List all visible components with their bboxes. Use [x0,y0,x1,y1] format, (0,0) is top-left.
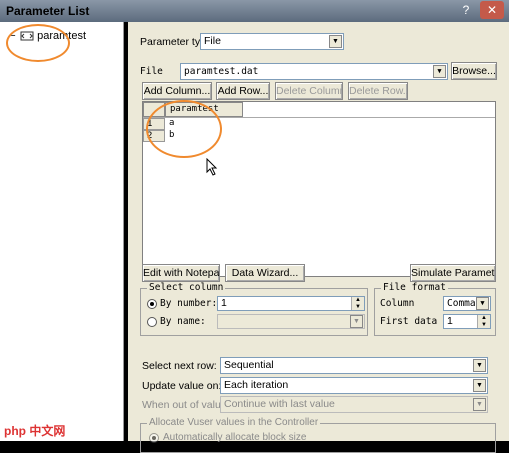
window-title: Parameter List [6,4,90,18]
chevron-down-icon: ▼ [476,297,489,310]
by-name-radio[interactable] [147,317,157,327]
select-column-title: Select column [147,282,226,293]
column-name-select[interactable]: ▼ [217,314,365,329]
chevron-down-icon: ▼ [350,315,363,328]
edit-with-notepad-button[interactable]: Edit with Notepad... [142,264,220,282]
first-data-label: First data [380,316,438,327]
spinner-icon[interactable]: ▲ ▼ [477,315,490,328]
add-column-button[interactable]: Add Column... [142,82,212,100]
column-delimiter-value: Comma [447,298,476,309]
update-value-label: Update value on: [142,380,222,392]
parameter-type-select[interactable]: File ▼ [200,33,344,50]
highlight-circle [6,24,70,62]
delete-row-button[interactable]: Delete Row... [348,82,408,100]
by-number-radio[interactable] [147,299,157,309]
close-button[interactable]: ✕ [480,1,504,19]
file-format-group: File format Column Comma ▼ First data 1 … [374,282,496,336]
chevron-down-icon: ▼ [473,398,486,411]
column-delimiter-select[interactable]: Comma ▼ [443,296,491,311]
by-number-label: By number: [160,298,218,309]
column-number-value: 1 [221,297,227,309]
data-wizard-button[interactable]: Data Wizard... [225,264,305,282]
help-button[interactable]: ? [455,1,477,19]
update-value-value: Each iteration [224,379,289,391]
file-path-value: paramtest.dat [184,66,259,77]
file-format-title: File format [381,282,448,293]
by-name-label: By name: [160,316,206,327]
select-next-row-value: Sequential [224,359,274,371]
parameter-tree: − paramtest [0,22,124,441]
file-path-select[interactable]: paramtest.dat ▼ [180,63,448,80]
when-out-of-values-value: Continue with last value [224,398,335,410]
chevron-down-icon: ▼ [473,359,486,372]
update-value-select[interactable]: Each iteration ▼ [220,377,488,394]
add-row-button[interactable]: Add Row... [216,82,270,100]
window-title-bar: Parameter List ? ✕ [0,0,509,22]
chevron-down-icon: ▼ [329,35,342,48]
parameter-properties-panel: Parameter type: File ▼ File paramtest.da… [128,22,509,453]
when-out-of-values-select[interactable]: Continue with last value ▼ [220,396,488,413]
first-data-field[interactable]: 1 ▲ ▼ [443,314,491,329]
chevron-down-icon: ▼ [433,65,446,78]
spinner-icon[interactable]: ▲ ▼ [351,297,364,310]
watermark: php 中文网 [4,424,66,438]
column-number-field[interactable]: 1 ▲ ▼ [217,296,365,311]
select-column-group: Select column By number: 1 ▲ ▼ By name: ▼ [140,282,368,336]
select-next-row-select[interactable]: Sequential ▼ [220,357,488,374]
column-delimiter-label: Column [380,298,415,309]
auto-allocate-radio[interactable] [149,433,159,443]
select-next-row-label: Select next row: [142,360,217,372]
chevron-down-icon: ▼ [473,379,486,392]
allocate-vuser-title: Allocate Vuser values in the Controller [147,417,321,428]
allocate-vuser-group: Allocate Vuser values in the Controller … [140,417,496,453]
mouse-cursor-icon [206,158,218,176]
browse-button[interactable]: Browse... [451,62,497,80]
file-label: File [140,66,163,77]
parameter-type-value: File [204,35,221,47]
highlight-circle [146,100,222,158]
first-data-value: 1 [447,315,453,327]
simulate-parameter-button[interactable]: Simulate Parameter... [410,264,496,282]
delete-column-button[interactable]: Delete Column... [275,82,343,100]
auto-allocate-label: Automatically allocate block size [163,432,307,443]
